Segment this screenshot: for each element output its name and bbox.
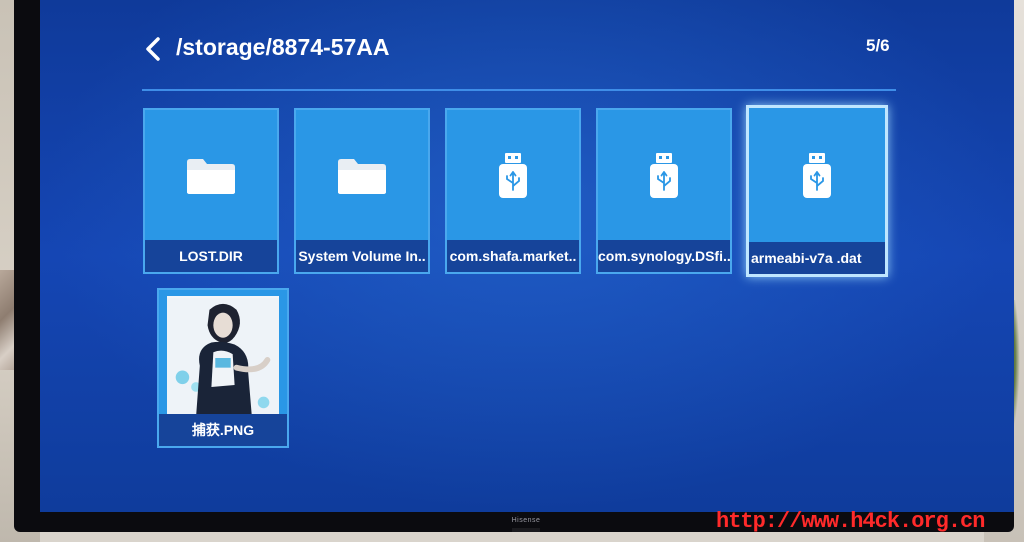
folder-icon (187, 159, 235, 194)
file-tile-com-shafa-market[interactable]: com.shafa.market.. (445, 108, 581, 274)
file-tile-system-volume[interactable]: System Volume In.. (294, 108, 430, 274)
file-label: LOST.DIR (145, 240, 277, 272)
file-label: armeabi-v7a .dat (749, 242, 885, 274)
usb-icon (803, 153, 831, 198)
file-label: com.shafa.market.. (447, 240, 579, 272)
watermark-text: http://www.h4ck.org.cn (716, 509, 985, 534)
file-label: com.synology.DSfi.. (598, 240, 730, 272)
image-thumbnail (167, 298, 279, 418)
file-tile-com-synology[interactable]: com.synology.DSfi.. (596, 108, 732, 274)
file-label: 捕获.PNG (159, 414, 287, 446)
current-path-title: /storage/8874-57AA (176, 34, 390, 60)
file-browser-screen: /storage/8874-57AA 5/6 LOST.DIR System V… (40, 0, 1014, 512)
folder-icon (338, 159, 386, 194)
tv-brand-logo: Hisense (511, 517, 541, 524)
file-tile-lost-dir[interactable]: LOST.DIR (143, 108, 279, 274)
page-indicator: 5/6 (866, 36, 890, 55)
file-label: System Volume In.. (296, 240, 428, 272)
tv-bezel: /storage/8874-57AA 5/6 LOST.DIR System V… (14, 0, 1014, 532)
usb-icon (650, 153, 678, 198)
tv-stand (512, 528, 540, 532)
back-arrow-icon[interactable] (142, 36, 166, 62)
usb-icon (499, 153, 527, 198)
header-divider (142, 89, 896, 91)
file-tile-armeabi-dat[interactable]: armeabi-v7a .dat (746, 105, 888, 277)
file-tile-capture-png[interactable]: 捕获.PNG (157, 288, 289, 448)
